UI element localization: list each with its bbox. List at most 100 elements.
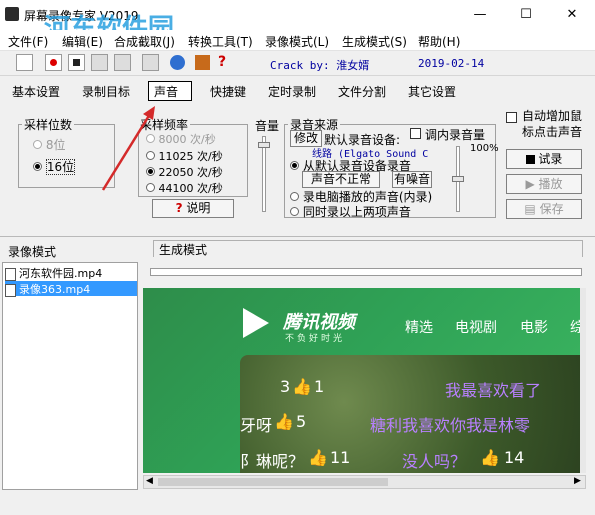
danmu-prefix: 阝琳呢？ xyxy=(240,452,305,471)
globe-icon[interactable] xyxy=(170,55,185,70)
rate-22050-label: 22050 次/秒 xyxy=(158,166,223,179)
menu-gen-mode[interactable]: 生成模式(S) xyxy=(342,33,407,50)
scroll-thumb[interactable] xyxy=(158,478,388,486)
noise-button[interactable]: 有噪音 xyxy=(392,171,432,188)
bits-title: 采样位数 xyxy=(22,116,75,133)
danmu-count: 3 xyxy=(280,377,291,396)
danmu-likes: 1 xyxy=(314,377,325,396)
tab-timer[interactable]: 定时录制 xyxy=(268,83,316,100)
internal-volume-checkbox[interactable] xyxy=(410,128,421,139)
tab-hotkey[interactable]: 快捷键 xyxy=(210,83,246,100)
menu-convert[interactable]: 转换工具(T) xyxy=(188,33,253,50)
date-text: 2019-02-14 xyxy=(418,57,485,70)
radio-both-sound[interactable] xyxy=(290,207,299,216)
toolbar: ? Crack by: 淮女婿 2019-02-14 xyxy=(0,51,595,76)
play-button[interactable]: ▶ 播放 xyxy=(506,174,582,194)
bits-16-label: 16位 xyxy=(45,159,76,175)
file-icon xyxy=(5,283,16,297)
record-icon[interactable] xyxy=(45,54,62,71)
play-label: 播放 xyxy=(538,177,563,191)
nav-item-featured[interactable]: 精选 xyxy=(405,317,433,337)
gen-mode-tab[interactable]: 生成模式 xyxy=(153,240,583,257)
app-icon xyxy=(5,7,19,21)
test-record-label: 试录 xyxy=(538,152,563,166)
record-level-thumb[interactable] xyxy=(452,176,464,182)
help-button[interactable]: ? 说明 xyxy=(152,199,234,218)
title-bar: 屏幕录像专家 V2019 河东软件园 — ☐ ✕ xyxy=(0,0,595,44)
video-preview: 腾讯视频 不负好时光 精选 电视剧 电影 综 3 👍 1 我最喜欢看了 牙呀 👍… xyxy=(143,288,586,473)
horizontal-scrollbar[interactable]: ◀ ▶ xyxy=(143,475,586,489)
internal-volume-label: 调内录音量 xyxy=(425,128,486,142)
auto-click-label: 自动增加鼠标点击声音 xyxy=(522,109,583,139)
save-label: 保存 xyxy=(539,202,564,216)
stop-icon[interactable] xyxy=(68,54,85,71)
bits-16-option[interactable]: 16位 xyxy=(33,158,76,175)
vertical-scrollbar[interactable] xyxy=(580,288,586,473)
rate-11025-label: 11025 次/秒 xyxy=(158,150,223,163)
radio-8bit[interactable] xyxy=(33,140,42,149)
camera-icon[interactable] xyxy=(195,55,210,70)
tencent-logo-icon xyxy=(243,308,269,338)
radio-pc-sound[interactable] xyxy=(290,192,299,201)
opt-pc-label: 录电脑播放的声音(内录) xyxy=(302,190,433,204)
radio-16bit[interactable] xyxy=(33,162,42,171)
divider-line xyxy=(0,236,595,237)
menu-edit[interactable]: 编辑(E) xyxy=(62,33,103,50)
close-button[interactable]: ✕ xyxy=(549,0,595,30)
scroll-left-arrow[interactable]: ◀ xyxy=(146,476,153,486)
save-icon: ▤ xyxy=(524,202,536,216)
bits-8-label: 8位 xyxy=(45,138,66,152)
tab-sound[interactable]: 声音 xyxy=(154,83,178,100)
menu-bar: 文件(F) 编辑(E) 合成截取(J) 转换工具(T) 录像模式(L) 生成模式… xyxy=(0,30,595,51)
tab-split[interactable]: 文件分割 xyxy=(338,83,386,100)
status-bar xyxy=(0,493,595,515)
list-item[interactable]: 河东软件园.mp4 xyxy=(5,265,137,281)
like-icon: 👍 xyxy=(480,448,500,467)
minimize-button[interactable]: — xyxy=(457,0,503,30)
list-item-selected[interactable]: 录像363.mp4 xyxy=(5,281,137,297)
save-button[interactable]: ▤ 保存 xyxy=(506,199,582,219)
like-icon: 👍 xyxy=(274,412,294,431)
volume-title: 音量 xyxy=(255,119,280,133)
menu-record-mode[interactable]: 录像模式(L) xyxy=(265,33,329,50)
tab-other[interactable]: 其它设置 xyxy=(408,83,456,100)
file-name: 河东软件园.mp4 xyxy=(19,267,103,280)
tab-target[interactable]: 录制目标 xyxy=(82,83,130,100)
timeline-slider[interactable] xyxy=(150,268,582,276)
play-triangle-icon: ▶ xyxy=(525,177,535,191)
rate-8000-label: 8000 次/秒 xyxy=(158,133,216,146)
menu-file[interactable]: 文件(F) xyxy=(8,33,48,50)
new-icon[interactable] xyxy=(16,54,33,71)
volume-thumb[interactable] xyxy=(258,142,270,148)
abnormal-button[interactable]: 声音不正常 xyxy=(302,171,380,188)
nav-item-movie[interactable]: 电影 xyxy=(520,317,548,337)
nav-item-tv[interactable]: 电视剧 xyxy=(455,317,497,337)
tab-basic[interactable]: 基本设置 xyxy=(12,83,60,100)
record-dot-icon xyxy=(525,155,535,164)
maximize-button[interactable]: ☐ xyxy=(503,0,549,30)
menu-help[interactable]: 帮助(H) xyxy=(418,33,460,50)
gen-mode-label: 生成模式 xyxy=(159,243,208,257)
opt-both-sound[interactable]: 同时录以上两项声音 xyxy=(290,203,411,220)
help-icon[interactable]: ? xyxy=(218,54,226,70)
like-icon: 👍 xyxy=(308,448,328,467)
auto-click-checkbox[interactable] xyxy=(506,112,517,123)
pause-icon[interactable] xyxy=(91,54,108,71)
annotation-arrow xyxy=(101,106,155,191)
scroll-right-arrow[interactable]: ▶ xyxy=(574,476,581,486)
percent-text: 100% xyxy=(470,143,499,154)
danmu-text: 没人吗？ xyxy=(402,452,467,471)
danmu-text: 我最喜欢看了 xyxy=(445,381,542,400)
radio-default-device[interactable] xyxy=(290,161,299,170)
help-button-label: 说明 xyxy=(186,201,211,215)
danmu-likes: 14 xyxy=(504,448,525,467)
play-icon[interactable] xyxy=(114,54,131,71)
bits-8-option[interactable]: 8位 xyxy=(33,136,65,153)
video-player[interactable]: 3 👍 1 我最喜欢看了 牙呀 👍 5 糖利我喜欢你我是林零 阝琳呢？ 👍 11… xyxy=(240,355,586,473)
file-list: 河东软件园.mp4 录像363.mp4 xyxy=(2,262,138,490)
cut-icon[interactable] xyxy=(142,54,159,71)
test-record-button[interactable]: 试录 xyxy=(506,149,582,169)
danmu-prefix: 牙呀 xyxy=(240,416,273,435)
menu-compose[interactable]: 合成截取(J) xyxy=(114,33,175,50)
danmu-likes: 11 xyxy=(330,448,351,467)
